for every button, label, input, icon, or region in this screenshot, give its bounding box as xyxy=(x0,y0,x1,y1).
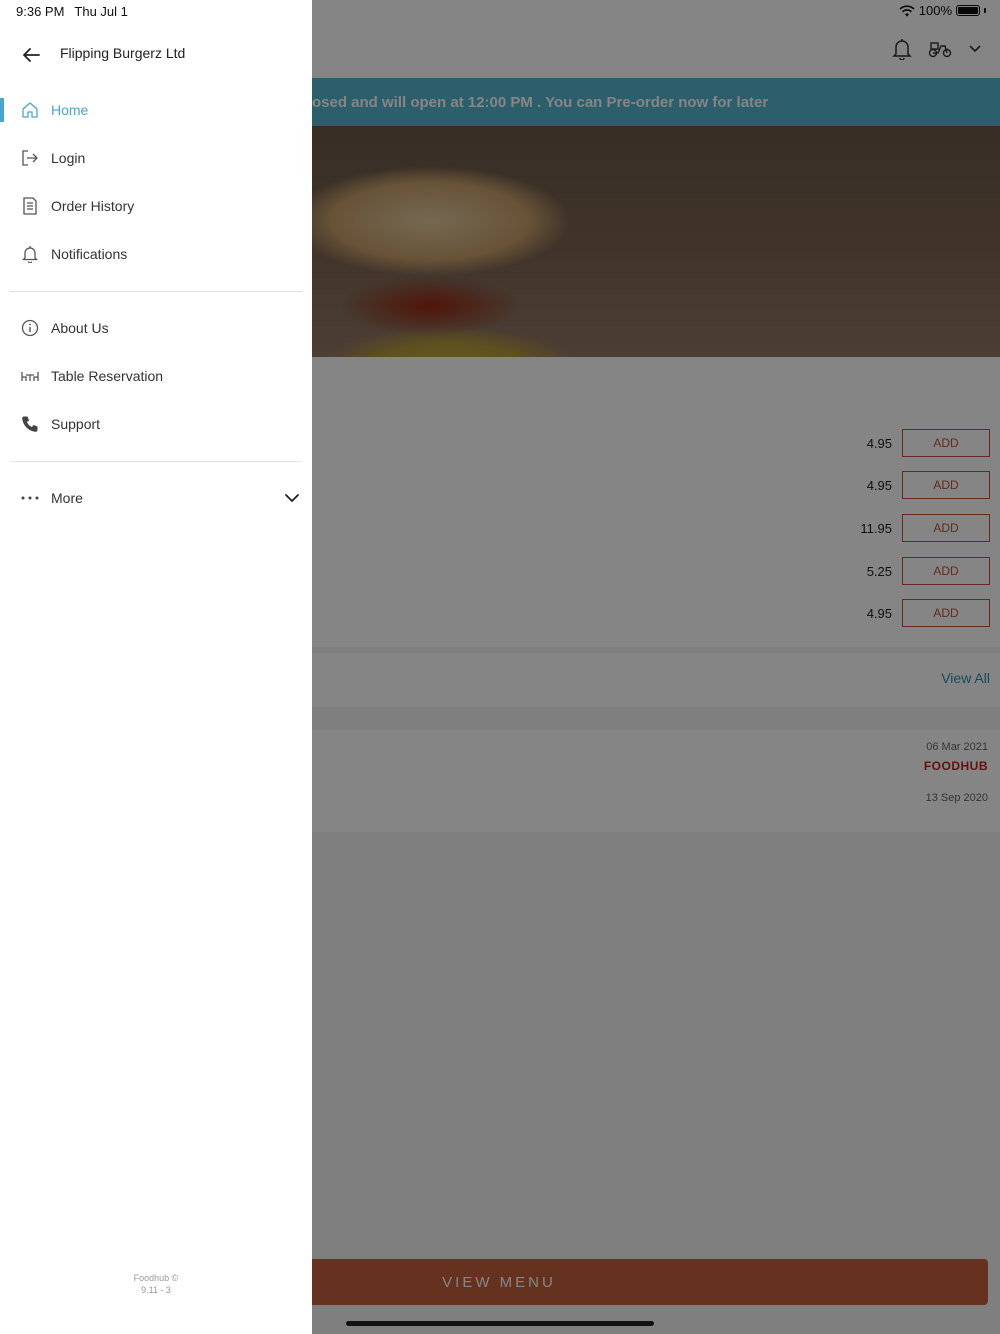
footer-version: 9.11 - 3 xyxy=(141,1285,171,1295)
nav-label: Table Reservation xyxy=(51,368,164,384)
phone-icon xyxy=(20,414,40,434)
nav-label: About Us xyxy=(51,320,109,336)
nav-label: Notifications xyxy=(51,246,128,262)
nav-label: Home xyxy=(51,102,89,118)
nav-label: More xyxy=(51,490,83,506)
nav-label: Support xyxy=(51,416,101,432)
nav-item-more[interactable]: More xyxy=(0,476,312,520)
nav-item-table-reservation[interactable]: Table Reservation xyxy=(0,354,312,398)
login-icon xyxy=(20,148,40,168)
drawer-header: Flipping Burgerz Ltd xyxy=(0,30,312,78)
navigation-drawer: 9:36 PM Thu Jul 1 Flipping Burgerz Ltd Ho… xyxy=(0,0,312,1334)
footer-brand: Foodhub © xyxy=(133,1273,179,1283)
info-icon xyxy=(20,318,40,338)
nav-item-home[interactable]: Home xyxy=(0,88,312,132)
menu-divider xyxy=(10,291,302,292)
table-icon xyxy=(20,366,40,386)
receipt-icon xyxy=(20,196,40,216)
menu-divider xyxy=(10,461,302,462)
chevron-down-icon[interactable] xyxy=(284,493,300,503)
back-arrow-icon[interactable] xyxy=(20,44,42,66)
nav-item-support[interactable]: Support xyxy=(0,402,312,446)
nav-label: Order History xyxy=(51,198,135,214)
nav-item-about-us[interactable]: About Us xyxy=(0,306,312,350)
home-indicator xyxy=(346,1321,654,1326)
status-bar-left: 9:36 PM Thu Jul 1 xyxy=(16,4,138,19)
nav-item-order-history[interactable]: Order History xyxy=(0,184,312,228)
home-icon xyxy=(20,100,40,120)
nav-label: Login xyxy=(51,150,86,166)
app-version-footer: Foodhub © 9.11 - 3 xyxy=(0,1272,312,1296)
bell-icon xyxy=(20,244,40,264)
restaurant-name: Flipping Burgerz Ltd xyxy=(60,45,186,61)
more-dots-icon xyxy=(20,488,40,508)
status-date: Thu Jul 1 xyxy=(74,4,128,19)
status-time: 9:36 PM xyxy=(16,4,65,19)
nav-item-login[interactable]: Login xyxy=(0,136,312,180)
nav-item-notifications[interactable]: Notifications xyxy=(0,232,312,276)
